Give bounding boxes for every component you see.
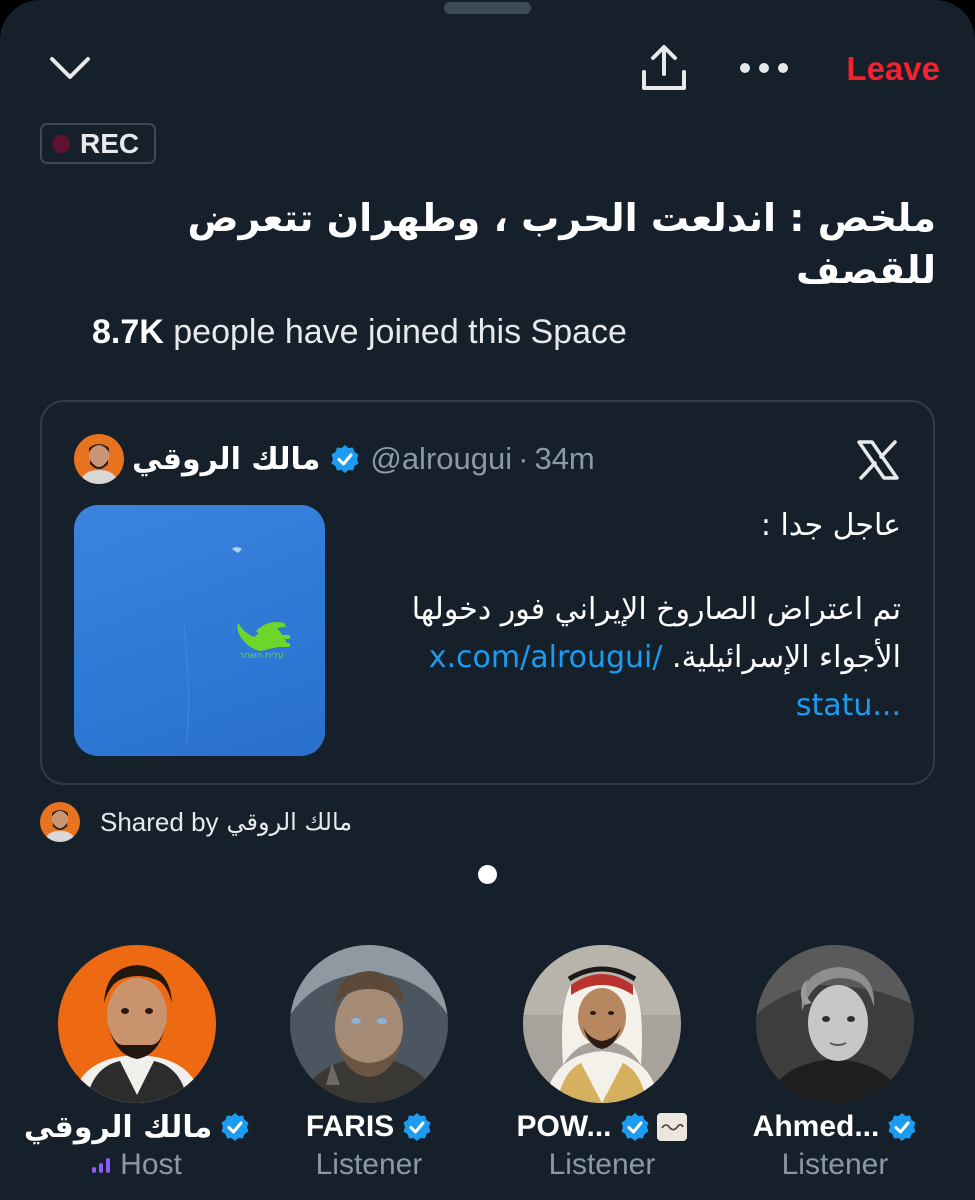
participant-name-row: Ahmed... bbox=[718, 1107, 952, 1147]
participant-name-row: مالك الروقي bbox=[20, 1107, 254, 1147]
post-author-name[interactable]: مالك الروقي bbox=[132, 442, 320, 477]
participant-role: Listener bbox=[315, 1148, 423, 1181]
media-watermark-text: עלית השחר bbox=[239, 651, 284, 661]
page-indicator-dot bbox=[478, 865, 497, 884]
more-horizontal-icon bbox=[740, 63, 788, 73]
participant-name: Ahmed... bbox=[752, 1110, 880, 1143]
share-button[interactable] bbox=[636, 42, 692, 94]
post-timestamp: 34m bbox=[534, 441, 595, 476]
joined-label: people have joined this Space bbox=[163, 313, 627, 351]
post-author-row: مالك الروقي @alrougui · 34m bbox=[132, 434, 595, 484]
post-body[interactable]: عاجل جدا : تم اعتراض الصاروخ الإيراني فو… bbox=[341, 502, 901, 730]
affiliation-badge-icon bbox=[656, 1112, 688, 1142]
share-upload-icon bbox=[642, 45, 686, 90]
recording-badge: REC bbox=[40, 123, 156, 164]
shared-by-label: Shared by bbox=[100, 806, 219, 837]
participant-avatar[interactable] bbox=[290, 945, 448, 1103]
participant-avatar[interactable] bbox=[58, 945, 216, 1103]
participant-role: Host bbox=[120, 1148, 182, 1181]
participant-role-row: Host bbox=[20, 1145, 254, 1185]
collapse-button[interactable] bbox=[45, 48, 95, 88]
x-logo-icon bbox=[857, 440, 899, 480]
space-title: ملخص : اندلعت الحرب ، وطهران تتعرض للقصف bbox=[187, 196, 936, 292]
post-media-image[interactable]: עלית השחר bbox=[74, 505, 325, 756]
participant-name: FARIS bbox=[305, 1110, 395, 1143]
participant-role: Listener bbox=[548, 1148, 656, 1181]
post-author-avatar[interactable] bbox=[74, 434, 124, 484]
recording-label: REC bbox=[80, 127, 140, 159]
participant-role: Listener bbox=[781, 1148, 889, 1181]
verified-badge-icon bbox=[402, 1112, 432, 1142]
chevron-down-icon bbox=[50, 57, 90, 79]
shared-by-name[interactable]: مالك الروقي bbox=[227, 808, 353, 836]
joined-count-text: 8.7K people have joined this Space bbox=[92, 313, 792, 352]
post-author-handle[interactable]: @alrougui bbox=[370, 441, 512, 477]
space-sheet: Leave REC ملخص : اندلعت الحرب ، وطهران ت… bbox=[0, 0, 975, 1200]
participant-name-row: FARIS bbox=[252, 1107, 486, 1147]
shared-by-row: Shared by مالك الروقي bbox=[40, 802, 352, 842]
speaking-bars-icon bbox=[92, 1157, 111, 1173]
verified-badge-icon bbox=[220, 1112, 250, 1142]
sheet-grabber[interactable] bbox=[444, 2, 531, 14]
post-link-continued[interactable]: statu... bbox=[341, 682, 901, 730]
more-options-button[interactable] bbox=[736, 52, 792, 84]
pinned-post-card[interactable]: مالك الروقي @alrougui · 34m עלית השחר عا… bbox=[40, 400, 935, 785]
post-text-line-2: تم اعتراض الصاروخ الإيراني فور دخولها ال… bbox=[341, 586, 901, 682]
participant-avatar[interactable] bbox=[523, 945, 681, 1103]
post-link[interactable]: x.com/alrougui/ bbox=[429, 640, 663, 675]
participant-name-row: POW... bbox=[485, 1107, 719, 1147]
post-text-line-1: عاجل جدا : bbox=[760, 508, 901, 543]
recording-dot-icon bbox=[52, 134, 70, 153]
participant-avatar[interactable] bbox=[756, 945, 914, 1103]
leave-button[interactable]: Leave bbox=[820, 44, 940, 94]
verified-badge-icon bbox=[620, 1112, 650, 1142]
participant-name: POW... bbox=[516, 1110, 612, 1143]
meta-separator: · bbox=[518, 441, 529, 476]
joined-count: 8.7K bbox=[92, 313, 164, 351]
shared-by-avatar[interactable] bbox=[40, 802, 80, 842]
verified-badge-icon bbox=[887, 1112, 917, 1142]
participant-name: مالك الروقي bbox=[23, 1109, 213, 1145]
verified-badge-icon bbox=[330, 444, 360, 474]
